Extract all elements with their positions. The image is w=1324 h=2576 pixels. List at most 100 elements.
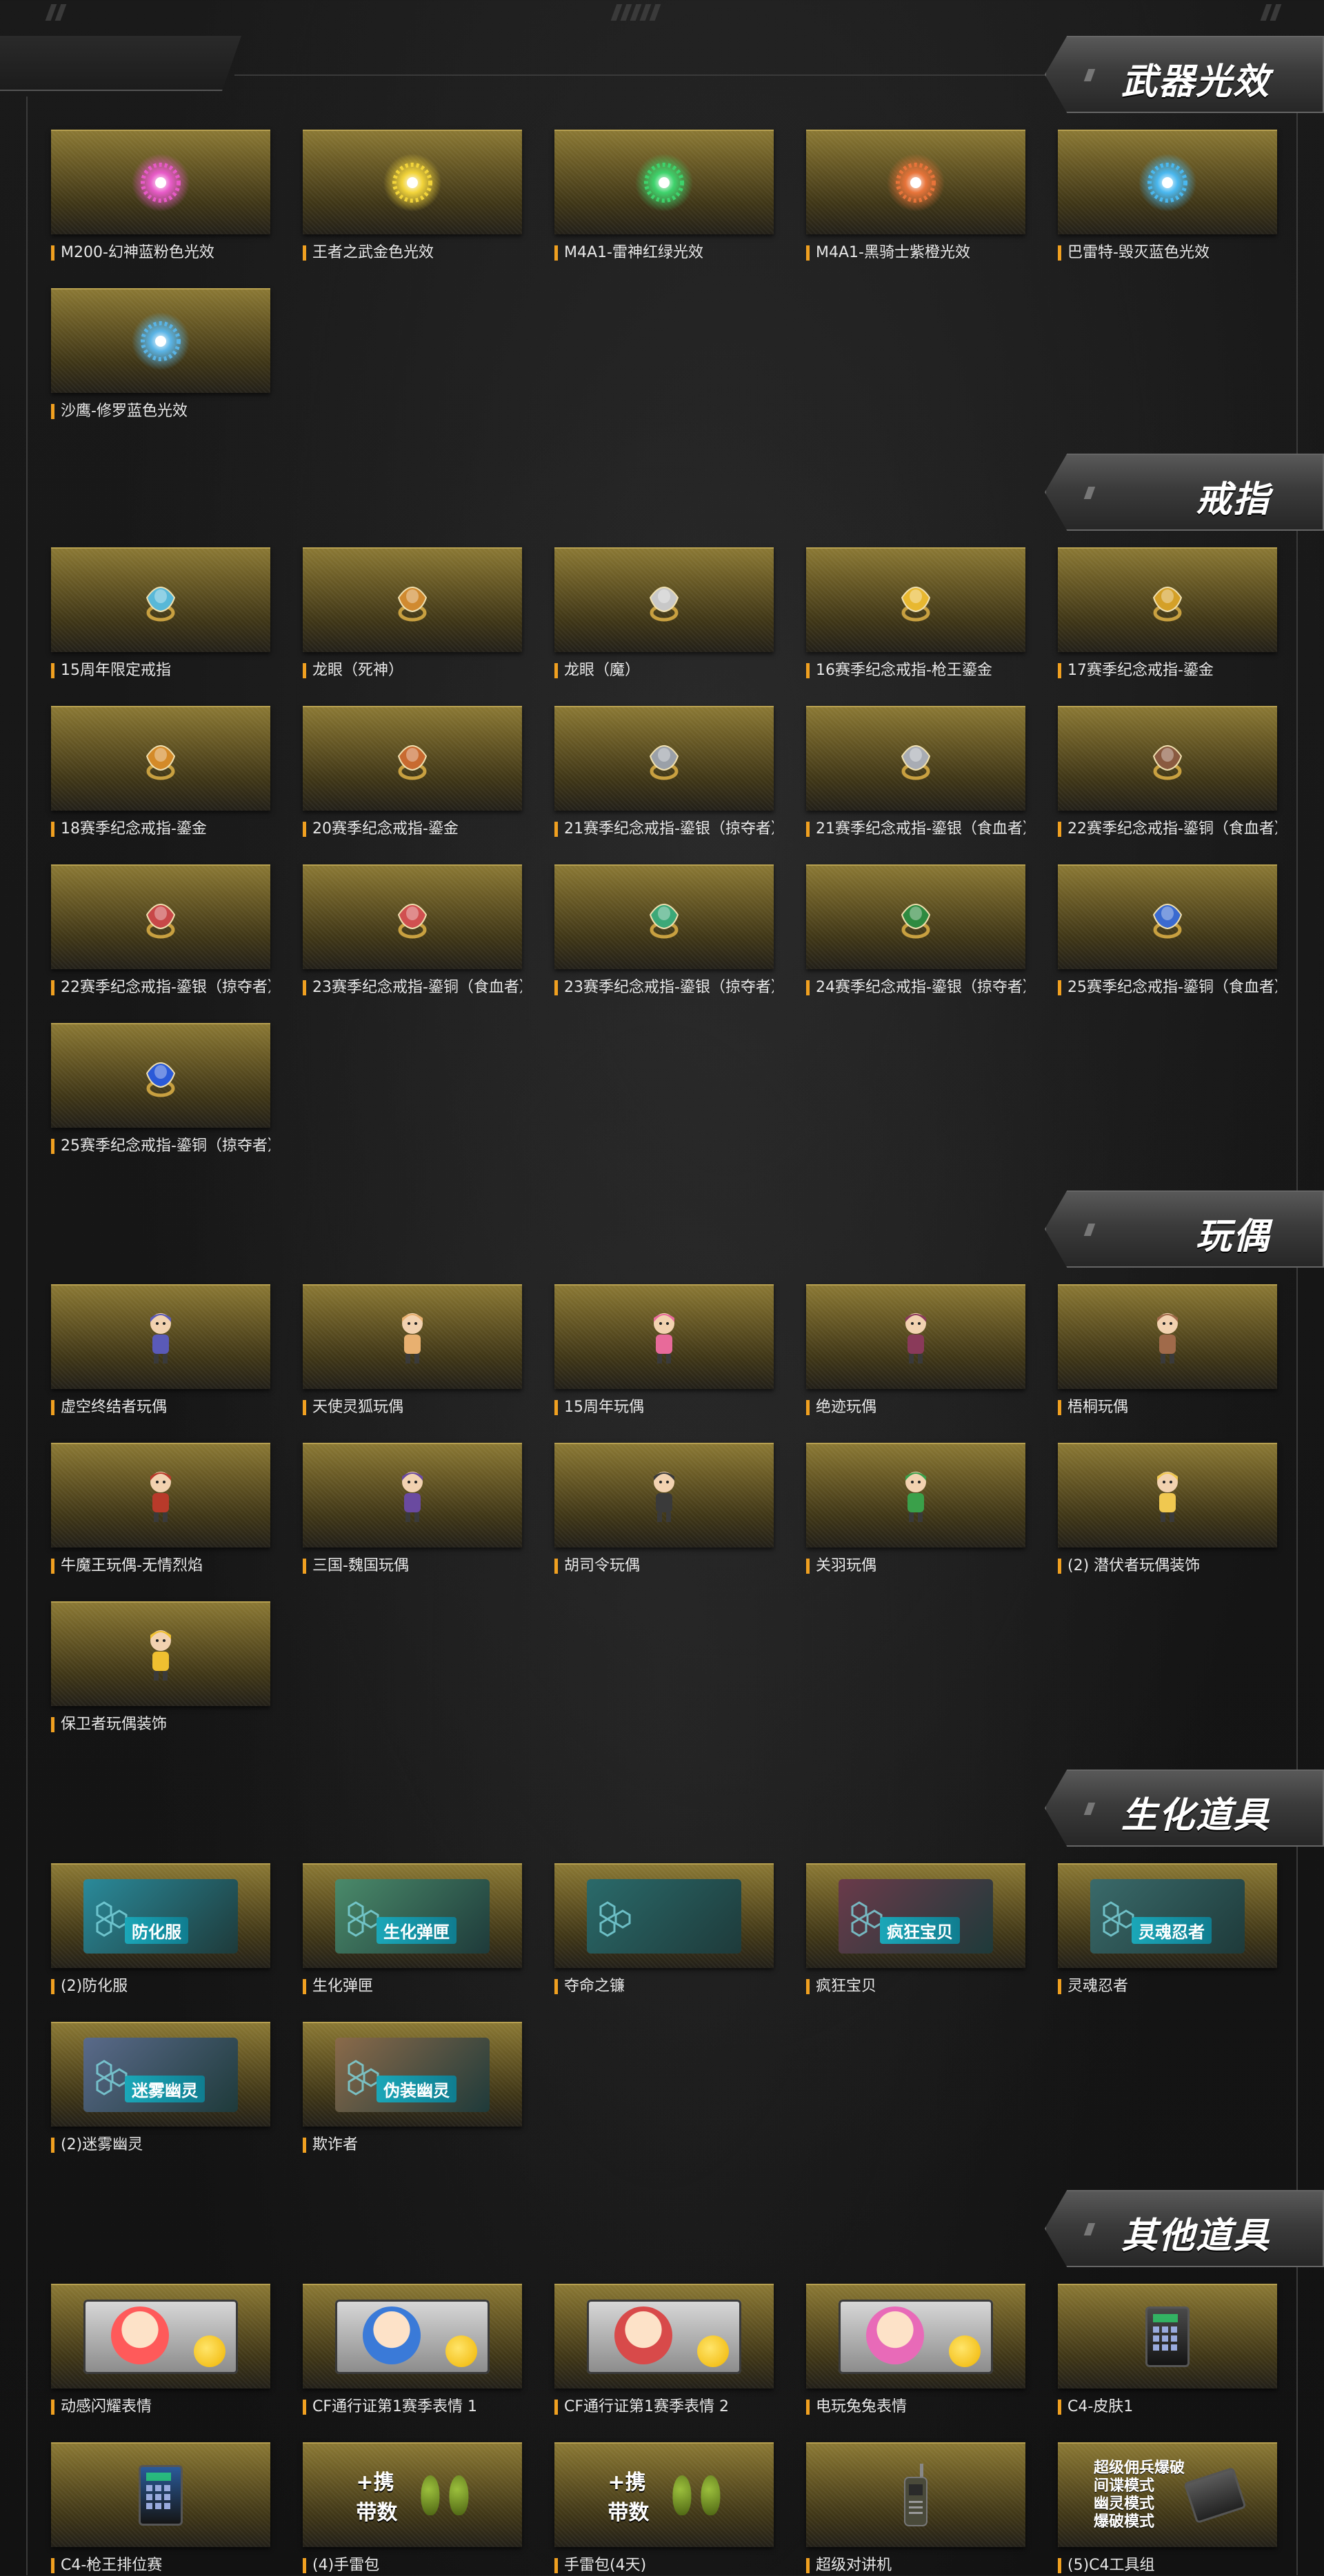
item-card[interactable] bbox=[806, 2284, 1025, 2389]
item-card[interactable]: 疯狂宝贝 bbox=[806, 1863, 1025, 1968]
mode-label: 爆破模式 bbox=[1093, 2513, 1154, 2531]
item-card[interactable] bbox=[303, 864, 522, 969]
item-card[interactable] bbox=[806, 547, 1025, 652]
item-card[interactable] bbox=[806, 864, 1025, 969]
section-header: 武器光效 bbox=[1045, 36, 1324, 113]
item-card[interactable] bbox=[303, 1443, 522, 1548]
item-card[interactable] bbox=[51, 1601, 270, 1706]
item-card[interactable] bbox=[554, 547, 774, 652]
ring-graphic bbox=[146, 1062, 176, 1097]
c4-bomb-graphic bbox=[139, 2465, 183, 2526]
section-title: 戒指 bbox=[1195, 479, 1270, 520]
top-bar bbox=[0, 0, 1324, 33]
item-card[interactable] bbox=[303, 130, 522, 234]
bio-item-art: 迷雾幽灵 bbox=[83, 2038, 238, 2112]
item-card[interactable] bbox=[554, 130, 774, 234]
doll-graphic bbox=[150, 1313, 171, 1363]
bio-item-art bbox=[587, 1879, 741, 1954]
bio-item-art: 生化弹匣 bbox=[335, 1879, 490, 1954]
item-card[interactable] bbox=[1058, 130, 1277, 234]
item-label: (2) 潜伏者玩偶装饰 bbox=[1058, 1556, 1277, 1576]
item-card[interactable]: 超级佣兵爆破 间谍模式 幽灵模式 爆破模式 bbox=[1058, 2442, 1277, 2547]
pink-blue-glow-icon bbox=[128, 150, 194, 216]
fog-ghost-icon: 迷雾幽灵 bbox=[83, 2038, 238, 2112]
tab-marker bbox=[1083, 2223, 1096, 2235]
item-card[interactable] bbox=[51, 706, 270, 811]
emote-bunny-icon bbox=[839, 2300, 993, 2374]
deceiver-icon: 伪装幽灵 bbox=[335, 2038, 490, 2112]
ring-graphic bbox=[397, 745, 428, 780]
emote-pass-1-icon bbox=[335, 2300, 490, 2374]
item-card[interactable] bbox=[806, 1443, 1025, 1548]
ring-graphic bbox=[1152, 745, 1183, 780]
item-card[interactable]: +携带数 bbox=[554, 2442, 774, 2547]
item-label: 17赛季纪念戒指-鎏金 bbox=[1058, 660, 1277, 681]
item-card[interactable] bbox=[303, 547, 522, 652]
item-card[interactable] bbox=[554, 864, 774, 969]
item-card[interactable] bbox=[51, 130, 270, 234]
character-face-icon bbox=[363, 2306, 421, 2364]
section-header: 生化道具 bbox=[1045, 1769, 1324, 1847]
item-card[interactable] bbox=[806, 2442, 1025, 2547]
item-card[interactable]: 迷雾幽灵 bbox=[51, 2022, 270, 2127]
item-card[interactable] bbox=[806, 1284, 1025, 1389]
ring-graphic bbox=[901, 587, 931, 622]
item-card[interactable] bbox=[806, 130, 1025, 234]
item-card[interactable] bbox=[1058, 864, 1277, 969]
item-card[interactable] bbox=[1058, 1443, 1277, 1548]
item-card[interactable] bbox=[51, 2442, 270, 2547]
item-card[interactable] bbox=[51, 2284, 270, 2389]
item-card[interactable] bbox=[554, 1863, 774, 1968]
item-label: C4-皮肤1 bbox=[1058, 2397, 1277, 2417]
doll-graphic bbox=[654, 1472, 674, 1522]
item-card[interactable] bbox=[51, 1284, 270, 1389]
item-card[interactable]: 伪装幽灵 bbox=[303, 2022, 522, 2127]
item-label: 关羽玩偶 bbox=[806, 1556, 1025, 1576]
section-title: 武器光效 bbox=[1121, 61, 1270, 103]
glow-graphic bbox=[132, 154, 190, 212]
item-card[interactable] bbox=[303, 706, 522, 811]
c4-bomb-graphic bbox=[1145, 2306, 1190, 2367]
pink-doll-icon bbox=[631, 1304, 697, 1370]
item-label: M4A1-黑骑士紫橙光效 bbox=[806, 243, 1025, 263]
bio-item-badge: 伪装幽灵 bbox=[377, 2076, 457, 2102]
item-card[interactable] bbox=[554, 706, 774, 811]
item-card[interactable] bbox=[303, 1284, 522, 1389]
item-card[interactable] bbox=[554, 1284, 774, 1389]
item-card[interactable] bbox=[51, 864, 270, 969]
item-card[interactable] bbox=[1058, 547, 1277, 652]
item-card[interactable]: +携带数 bbox=[303, 2442, 522, 2547]
item-label: 灵魂忍者 bbox=[1058, 1976, 1277, 1997]
crazy-baby-icon: 疯狂宝贝 bbox=[839, 1879, 993, 1954]
red-ring-icon bbox=[128, 884, 194, 951]
item-card[interactable] bbox=[51, 1023, 270, 1128]
carry-count-label: +携带数 bbox=[608, 2471, 650, 2525]
c4-bomb-icon bbox=[1183, 2466, 1247, 2524]
dark-doll-icon bbox=[883, 1304, 949, 1370]
doll-graphic bbox=[1157, 1472, 1178, 1522]
item-card[interactable] bbox=[51, 288, 270, 393]
item-card[interactable]: 灵魂忍者 bbox=[1058, 1863, 1277, 1968]
item-label: M200-幻神蓝粉色光效 bbox=[51, 243, 270, 263]
item-card[interactable] bbox=[554, 1443, 774, 1548]
ring-graphic bbox=[649, 904, 679, 939]
item-label: 巴雷特-毁灭蓝色光效 bbox=[1058, 243, 1277, 263]
doll-graphic bbox=[654, 1313, 674, 1363]
item-card[interactable] bbox=[1058, 2284, 1277, 2389]
item-card[interactable] bbox=[303, 2284, 522, 2389]
item-label: 夺命之镰 bbox=[554, 1976, 774, 1997]
item-card[interactable] bbox=[554, 2284, 774, 2389]
item-card[interactable] bbox=[51, 547, 270, 652]
wei-doll-icon bbox=[379, 1463, 445, 1529]
item-label: 超级对讲机 bbox=[806, 2555, 1025, 2576]
bio-item-badge: 疯狂宝贝 bbox=[880, 1917, 960, 1944]
item-card[interactable] bbox=[1058, 706, 1277, 811]
c4-toolkit-graphic: 超级佣兵爆破 间谍模式 幽灵模式 爆破模式 bbox=[1067, 2460, 1267, 2531]
item-card[interactable] bbox=[806, 706, 1025, 811]
item-card[interactable] bbox=[51, 1443, 270, 1548]
item-card[interactable]: 防化服 bbox=[51, 1863, 270, 1968]
item-label: 绝迹玩偶 bbox=[806, 1397, 1025, 1418]
item-card[interactable] bbox=[1058, 1284, 1277, 1389]
section-title: 玩偶 bbox=[1195, 1216, 1270, 1257]
item-card[interactable]: 生化弹匣 bbox=[303, 1863, 522, 1968]
